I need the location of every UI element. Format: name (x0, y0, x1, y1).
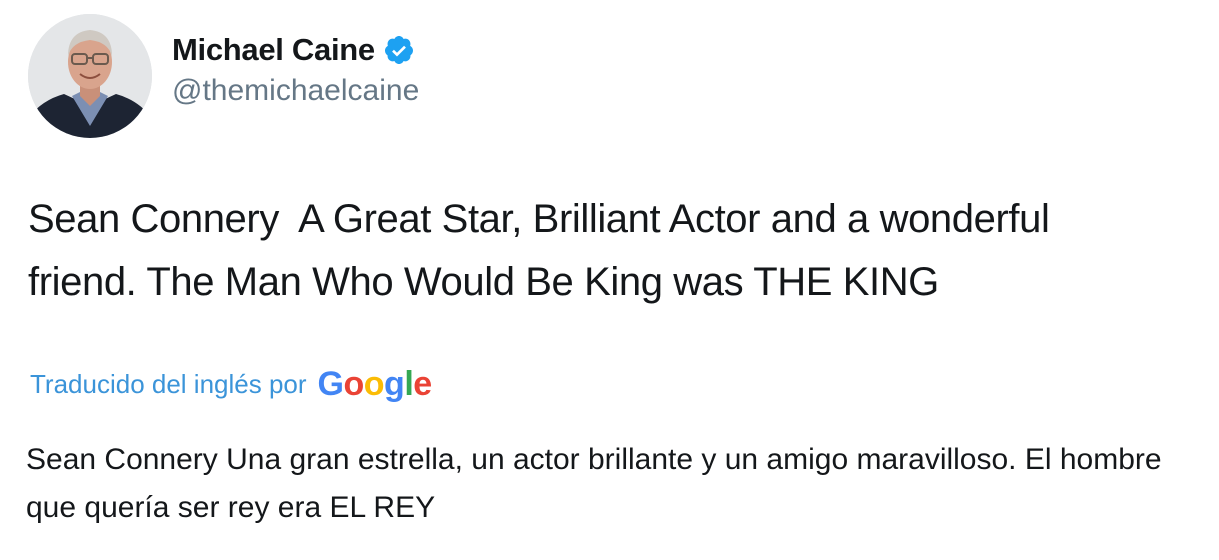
google-logo: Google (317, 365, 433, 403)
google-logo-letter: l (404, 365, 414, 403)
google-logo-letter: o (343, 365, 364, 403)
tweet-text: Sean Connery A Great Star, Brilliant Act… (28, 197, 1050, 304)
display-name[interactable]: Michael Caine (172, 32, 375, 68)
google-logo-letter: e (413, 365, 432, 403)
avatar[interactable] (28, 14, 152, 138)
translation-attribution[interactable]: Traducido del inglés por Google (30, 362, 432, 406)
author-name-row: Michael Caine (172, 30, 415, 70)
google-logo-letter: o (363, 365, 385, 403)
tweet-card: Michael Caine @themichaelcaine Sean Conn… (0, 0, 1219, 560)
translated-by-label: Traducido del inglés por (30, 368, 307, 399)
translated-tweet-text: Sean Connery Una gran estrella, un actor… (26, 443, 1162, 524)
username-handle[interactable]: @themichaelcaine (172, 74, 419, 108)
profile-photo-icon (28, 14, 152, 138)
google-logo-letter: G (317, 365, 344, 403)
verified-badge-icon (383, 34, 415, 66)
google-logo-letter: g (384, 365, 405, 403)
